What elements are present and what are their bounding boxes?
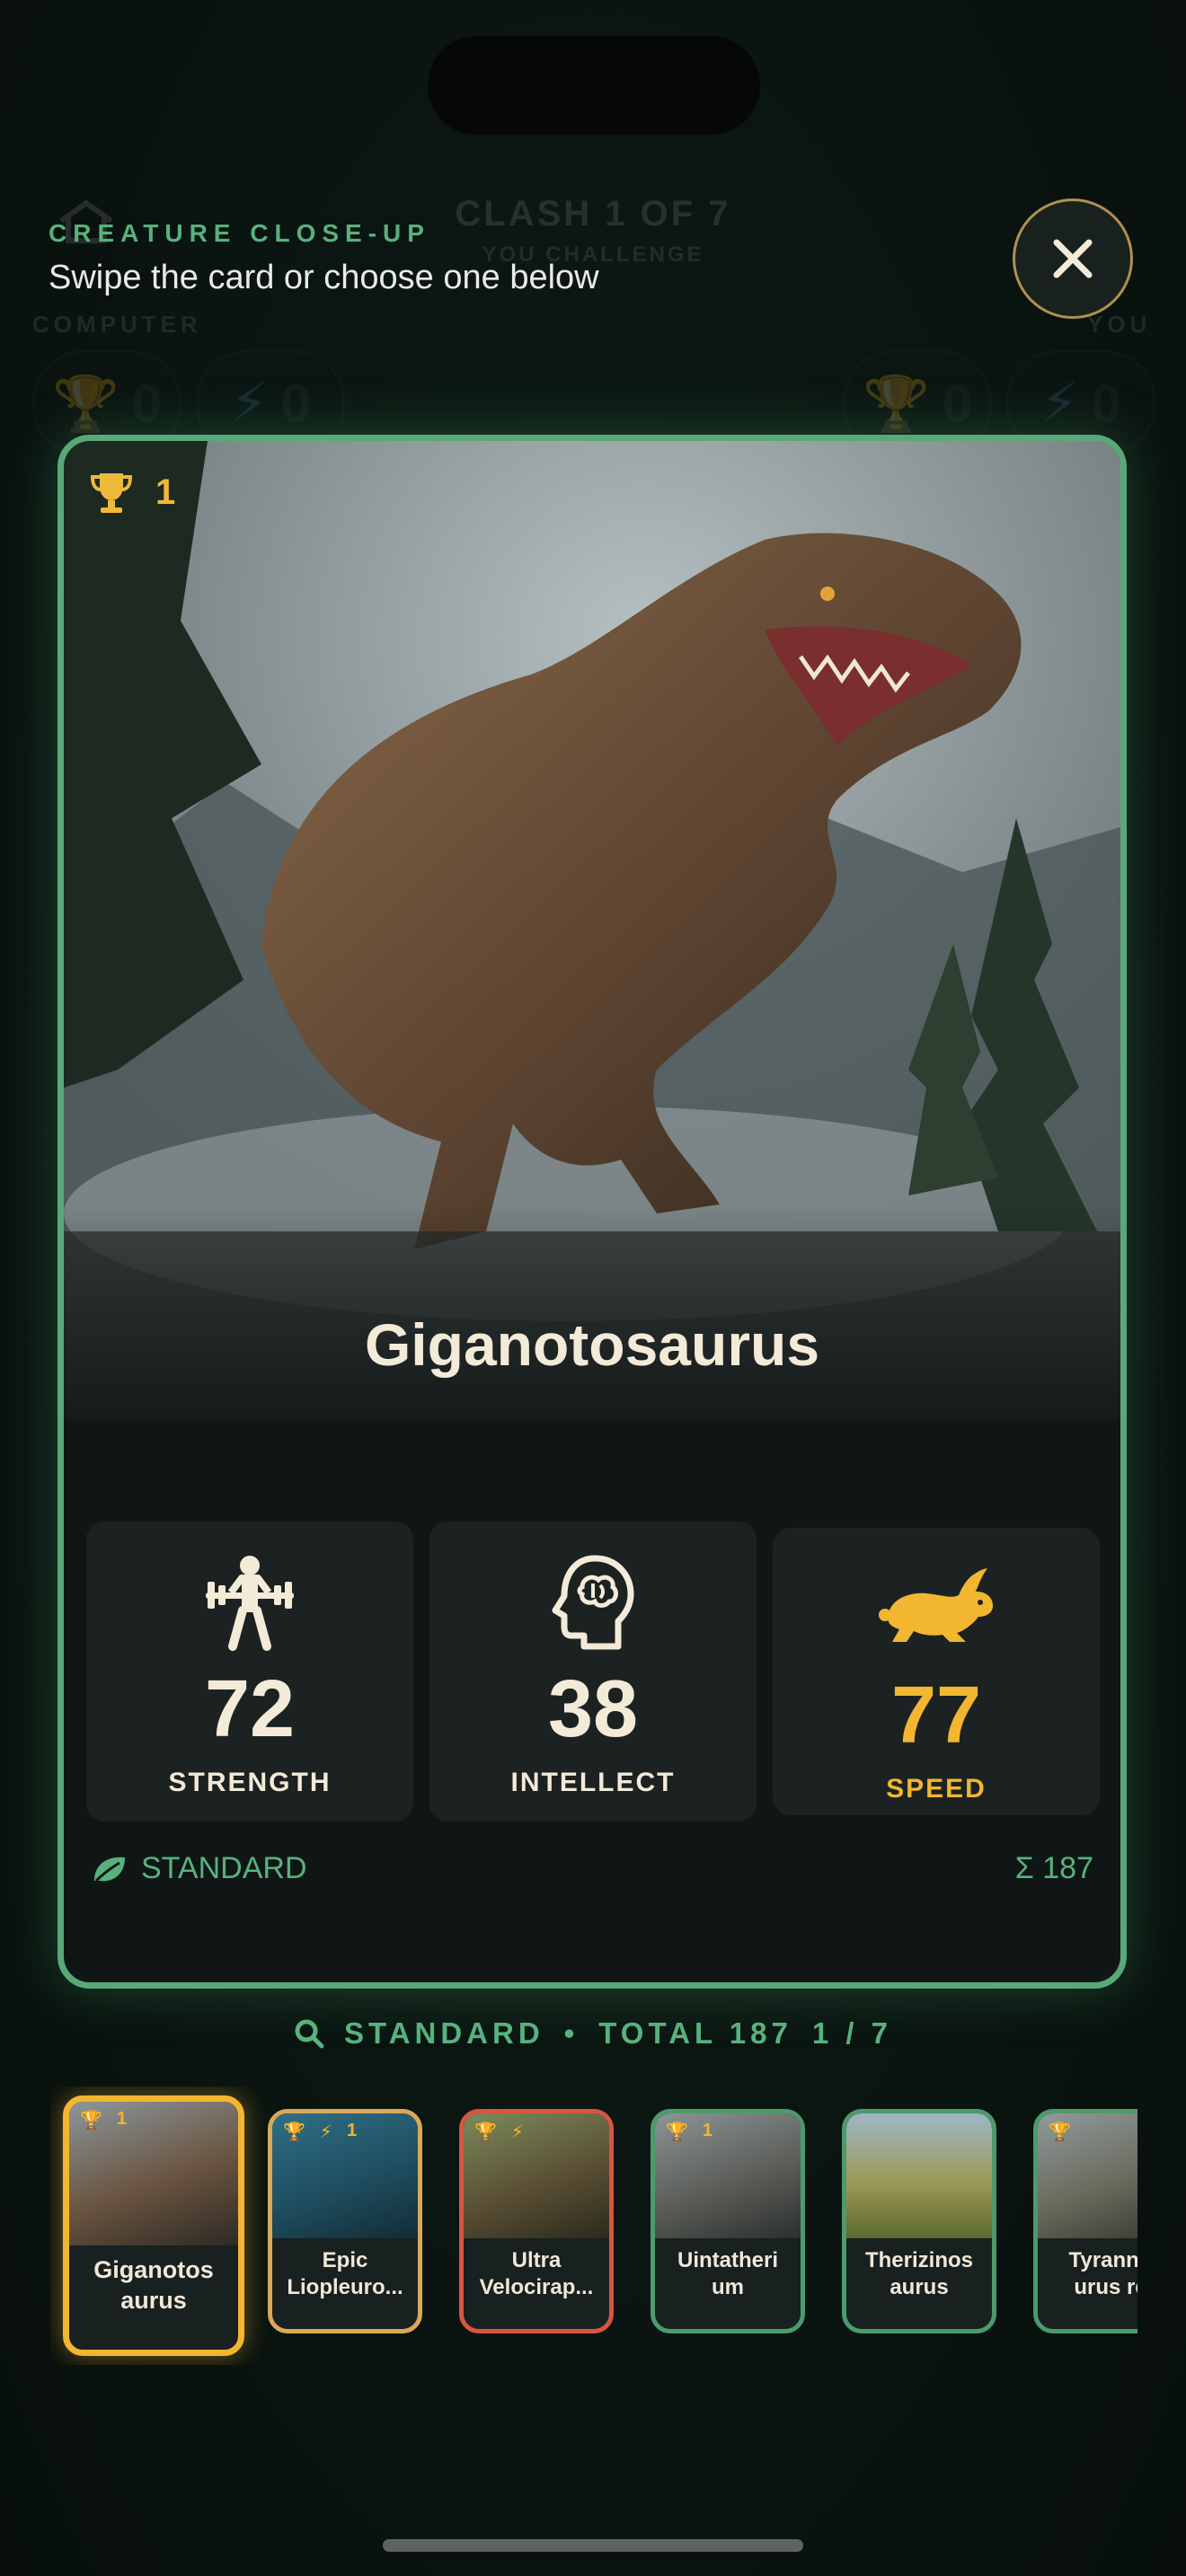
- thumbnail-card[interactable]: Therizinos aurus: [842, 2109, 996, 2333]
- leaf-icon: [94, 1857, 125, 1882]
- thumbnail-card[interactable]: 🏆 ⚡ 1 Epic Liopleuro...: [268, 2109, 422, 2333]
- right-player-label: YOU: [1087, 311, 1152, 338]
- creature-artwork: [64, 441, 1120, 1420]
- brain-head-icon: [552, 1555, 634, 1650]
- rarity-label: STANDARD: [141, 1851, 307, 1885]
- stat-speed-label: SPEED: [886, 1774, 987, 1804]
- stat-speed[interactable]: 77 SPEED: [773, 1528, 1100, 1815]
- thumbnail-name: Epic Liopleuro...: [287, 2247, 403, 2299]
- thumbnail-card[interactable]: 🏆 1 Giganotos aurus: [63, 2095, 244, 2356]
- dynamic-island: [428, 36, 760, 135]
- bolt-icon: ⚡: [319, 2122, 332, 2142]
- home-indicator[interactable]: [383, 2539, 803, 2552]
- thumbnail-name: Therizinos aurus: [864, 2247, 973, 2299]
- thumbnail-card[interactable]: 🏆 ⚡ Ultra Velocirap...: [459, 2109, 614, 2333]
- card-total: Σ 187: [1014, 1851, 1093, 1885]
- trophy-icon: 🏆: [1049, 2122, 1071, 2142]
- stat-intellect-value: 38: [547, 1664, 639, 1754]
- summary-rarity: STANDARD: [343, 2016, 544, 2050]
- rarity-badge: STANDARD: [91, 1851, 307, 1886]
- thumbnail-name: Uintatheri um: [677, 2247, 778, 2299]
- stat-speed-value: 77: [890, 1671, 982, 1760]
- stat-strength-value: 72: [204, 1664, 296, 1754]
- summary-separator-dot: •: [563, 2016, 580, 2050]
- search-icon: [295, 2019, 324, 2049]
- stat-strength-label: STRENGTH: [168, 1768, 332, 1797]
- stat-strength[interactable]: 72 STRENGTH: [86, 1522, 413, 1822]
- summary-total: TOTAL 187: [598, 2016, 792, 2050]
- thumbnail-card[interactable]: 🏆 1 Uintatheri um: [651, 2109, 805, 2333]
- trophy-icon: 🏆: [283, 2122, 305, 2142]
- thumbnail-name: Tyrannourus re: [1068, 2247, 1137, 2299]
- thumbnail-name: Giganotos aurus: [93, 2256, 214, 2314]
- left-player-label: COMPUTER: [32, 311, 202, 338]
- card-carousel[interactable]: 🏆 1 Giganotos aurus 🏆 ⚡ 1 Epic Liopleuro... 🏆…: [50, 2086, 1137, 2365]
- trophy-icon: 🏆: [474, 2122, 497, 2142]
- stat-intellect[interactable]: 38 INTELLECT: [429, 1522, 757, 1822]
- rabbit-icon: [879, 1568, 993, 1642]
- weightlifter-icon: [206, 1556, 294, 1651]
- overlay-eyebrow: CREATURE CLOSE-UP: [49, 219, 430, 247]
- trophy-icon: [91, 473, 132, 513]
- summary-position: 1 / 7: [811, 2016, 893, 2050]
- close-button[interactable]: [1013, 198, 1133, 319]
- creature-name: Giganotosaurus: [364, 1311, 820, 1378]
- card-trophy-badge: 1: [91, 470, 175, 515]
- overlay-subtitle: Swipe the card or choose one below: [49, 259, 599, 296]
- trophy-icon: 🏆: [666, 2122, 688, 2142]
- thumbnail-card[interactable]: 🏆 Tyrannourus re: [1033, 2109, 1137, 2333]
- trophy-count: 1: [155, 472, 176, 512]
- trophy-icon: 🏆: [80, 2111, 102, 2130]
- creature-card[interactable]: 1 Giganotosaurus 72 STRENGTH 38 INTELLEC…: [58, 435, 1127, 1989]
- selection-summary: STANDARD • TOTAL 187 1 / 7: [0, 2016, 1186, 2051]
- thumbnail-name: Ultra Velocirap...: [479, 2247, 594, 2299]
- bolt-icon: ⚡: [510, 2122, 524, 2142]
- stat-intellect-label: INTELLECT: [510, 1768, 676, 1797]
- close-icon: [1053, 239, 1093, 278]
